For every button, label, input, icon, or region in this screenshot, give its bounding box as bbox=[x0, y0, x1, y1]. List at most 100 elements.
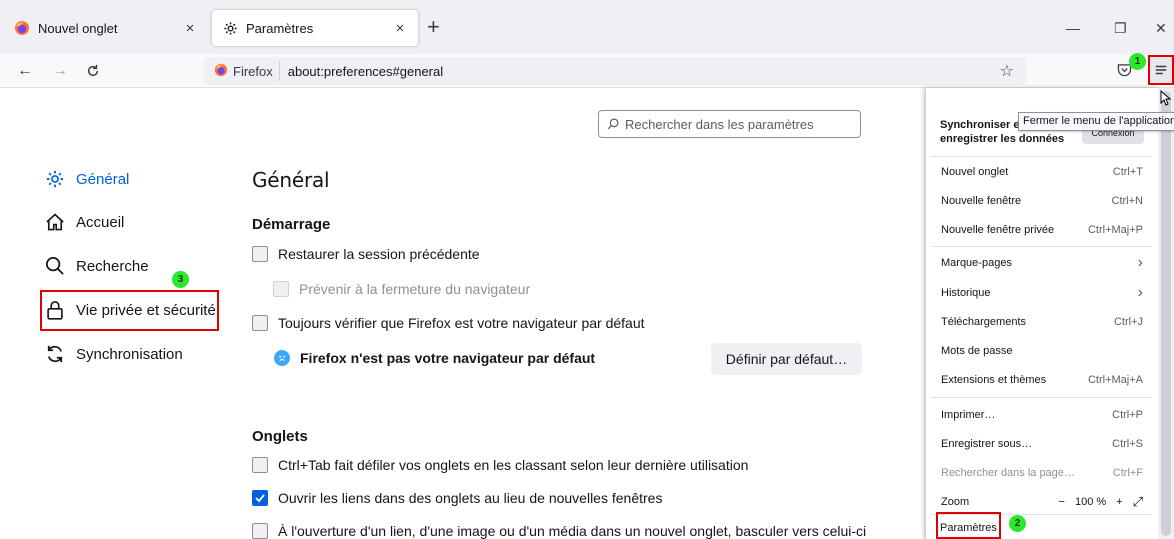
menu-item-new-window[interactable]: Nouvelle fenêtre Ctrl+N bbox=[941, 191, 1143, 211]
ctrl-tab-checkbox[interactable]: Ctrl+Tab fait défiler vos onglets en les… bbox=[252, 457, 748, 473]
startup-heading: Démarrage bbox=[252, 216, 331, 233]
search-icon bbox=[44, 255, 66, 277]
checkmark-icon bbox=[255, 494, 265, 503]
reload-icon[interactable] bbox=[82, 60, 104, 82]
identity-label: Firefox bbox=[233, 63, 273, 79]
search-placeholder: Rechercher dans les paramètres bbox=[625, 116, 814, 132]
fullscreen-icon[interactable]: ⤢ bbox=[1133, 494, 1143, 510]
restore-session-checkbox[interactable]: Restaurer la session précédente bbox=[252, 246, 480, 262]
menu-item-label: Nouvel onglet bbox=[941, 166, 1009, 178]
checkbox[interactable] bbox=[273, 281, 289, 297]
warning-text: Firefox n'est pas votre navigateur par d… bbox=[300, 350, 596, 366]
tab-title: Nouvel onglet bbox=[38, 20, 118, 36]
sidebar-item-privacy[interactable]: Vie privée et sécurité bbox=[44, 299, 216, 321]
settings-highlight-box bbox=[936, 512, 1001, 539]
menu-item-zoom: Zoom − 100 % + ⤢ bbox=[941, 492, 1143, 512]
menu-item-shortcut: Ctrl+Maj+A bbox=[1087, 374, 1143, 386]
not-default-warning: Firefox n'est pas votre navigateur par d… bbox=[274, 350, 595, 366]
tabs-heading: Onglets bbox=[252, 428, 308, 445]
minimize-icon[interactable]: — bbox=[1066, 20, 1080, 36]
page-scrollbar[interactable] bbox=[1158, 88, 1174, 539]
back-arrow-icon[interactable]: ← bbox=[14, 60, 36, 82]
menu-separator bbox=[931, 397, 1152, 398]
zoom-in-button[interactable]: + bbox=[1116, 496, 1122, 508]
close-window-icon[interactable]: ✕ bbox=[1155, 20, 1167, 37]
step-badge-1: 1 bbox=[1129, 53, 1146, 70]
sidebar-item-label: Synchronisation bbox=[76, 345, 183, 363]
sidebar-item-general[interactable]: Général bbox=[44, 168, 129, 190]
hamburger-menu-icon bbox=[1155, 65, 1167, 75]
bookmark-star-icon[interactable]: ☆ bbox=[1000, 61, 1014, 81]
option-label: À l'ouverture d'un lien, d'une image ou … bbox=[278, 523, 867, 539]
step-badge-3: 3 bbox=[172, 271, 189, 288]
menu-item-passwords[interactable]: Mots de passe bbox=[941, 341, 1143, 361]
zoom-out-button[interactable]: − bbox=[1059, 496, 1065, 508]
sidebar-item-label: Accueil bbox=[76, 213, 125, 231]
forward-arrow-icon[interactable]: → bbox=[49, 60, 71, 82]
firefox-logo-icon bbox=[214, 63, 228, 80]
option-label: Ouvrir les liens dans des onglets au lie… bbox=[278, 490, 663, 506]
zoom-level[interactable]: 100 % bbox=[1075, 496, 1106, 508]
new-tab-button[interactable]: + bbox=[427, 16, 440, 38]
menu-item-new-private-window[interactable]: Nouvelle fenêtre privée Ctrl+Maj+P bbox=[941, 220, 1143, 240]
menu-item-print[interactable]: Imprimer… Ctrl+P bbox=[941, 405, 1143, 425]
menu-item-label: Nouvelle fenêtre bbox=[941, 195, 1022, 207]
checkbox[interactable] bbox=[252, 523, 268, 539]
tab-strip: Nouvel onglet × Paramètres × + — ❐ ✕ bbox=[0, 0, 1174, 54]
menu-item-label: Enregistrer sous… bbox=[941, 438, 1033, 450]
option-label: Ctrl+Tab fait défiler vos onglets en les… bbox=[278, 457, 749, 473]
settings-search-input[interactable]: Rechercher dans les paramètres bbox=[598, 110, 861, 138]
menu-item-label: Mots de passe bbox=[941, 345, 1013, 357]
menu-item-shortcut: Ctrl+P bbox=[1112, 409, 1143, 421]
firefox-logo-icon bbox=[14, 20, 30, 36]
menu-separator bbox=[931, 246, 1152, 247]
set-default-button[interactable]: Définir par défaut… bbox=[711, 343, 862, 375]
sidebar-item-search[interactable]: Recherche bbox=[44, 255, 149, 277]
menu-item-bookmarks[interactable]: Marque-pages › bbox=[941, 253, 1143, 273]
zoom-controls: − 100 % + ⤢ bbox=[1059, 494, 1143, 510]
menu-item-new-tab[interactable]: Nouvel onglet Ctrl+T bbox=[941, 162, 1143, 182]
search-icon bbox=[607, 118, 619, 130]
tab-title: Paramètres bbox=[246, 20, 314, 36]
app-menu-button[interactable] bbox=[1148, 55, 1174, 85]
close-tab-icon[interactable]: × bbox=[392, 20, 408, 37]
option-label: Prévenir à la fermeture du navigateur bbox=[299, 281, 531, 297]
url-text[interactable]: about:preferences#general bbox=[288, 64, 443, 79]
menu-item-label: Téléchargements bbox=[941, 316, 1026, 328]
open-links-checkbox[interactable]: Ouvrir les liens dans des onglets au lie… bbox=[252, 490, 662, 506]
menu-separator bbox=[931, 156, 1152, 157]
identity-box[interactable]: Firefox bbox=[204, 61, 280, 81]
checkbox[interactable] bbox=[252, 315, 268, 331]
checkbox-checked[interactable] bbox=[252, 490, 268, 506]
menu-item-save-as[interactable]: Enregistrer sous… Ctrl+S bbox=[941, 434, 1143, 454]
menu-item-shortcut: Ctrl+S bbox=[1112, 438, 1143, 450]
menu-item-label: Nouvelle fenêtre privée bbox=[941, 224, 1055, 236]
navigation-toolbar: ← → Firefox about:preferences#general ☆ … bbox=[0, 53, 1174, 88]
tab-settings[interactable]: Paramètres × bbox=[212, 10, 418, 46]
checkbox[interactable] bbox=[252, 246, 268, 262]
gear-icon bbox=[222, 20, 238, 36]
check-default-checkbox[interactable]: Toujours vérifier que Firefox est votre … bbox=[252, 315, 645, 331]
home-icon bbox=[44, 211, 66, 233]
menu-item-label: Zoom bbox=[941, 496, 970, 508]
scrollbar-thumb[interactable] bbox=[1161, 91, 1171, 536]
restore-icon[interactable]: ❐ bbox=[1114, 20, 1127, 37]
tab-new-tab[interactable]: Nouvel onglet × bbox=[4, 10, 208, 46]
switch-to-tab-checkbox[interactable]: À l'ouverture d'un lien, d'une image ou … bbox=[252, 523, 866, 539]
checkbox[interactable] bbox=[252, 457, 268, 473]
menu-item-label: Imprimer… bbox=[941, 409, 996, 421]
menu-item-find-in-page[interactable]: Rechercher dans la page… Ctrl+F bbox=[941, 463, 1143, 483]
gear-icon bbox=[44, 168, 66, 190]
menu-item-label: Extensions et thèmes bbox=[941, 374, 1047, 386]
sidebar-item-label: Vie privée et sécurité bbox=[76, 301, 216, 319]
url-bar[interactable]: Firefox about:preferences#general ☆ bbox=[204, 57, 1026, 85]
menu-item-extensions[interactable]: Extensions et thèmes Ctrl+Maj+A bbox=[941, 370, 1143, 390]
sidebar-item-sync[interactable]: Synchronisation bbox=[44, 343, 183, 365]
page-title: Général bbox=[252, 168, 330, 192]
sidebar-item-home[interactable]: Accueil bbox=[44, 211, 124, 233]
menu-item-downloads[interactable]: Téléchargements Ctrl+J bbox=[941, 312, 1143, 332]
menu-item-history[interactable]: Historique › bbox=[941, 283, 1143, 303]
step-badge-2: 2 bbox=[1009, 515, 1026, 532]
close-tab-icon[interactable]: × bbox=[182, 20, 198, 37]
warn-on-quit-checkbox[interactable]: Prévenir à la fermeture du navigateur bbox=[273, 281, 530, 297]
